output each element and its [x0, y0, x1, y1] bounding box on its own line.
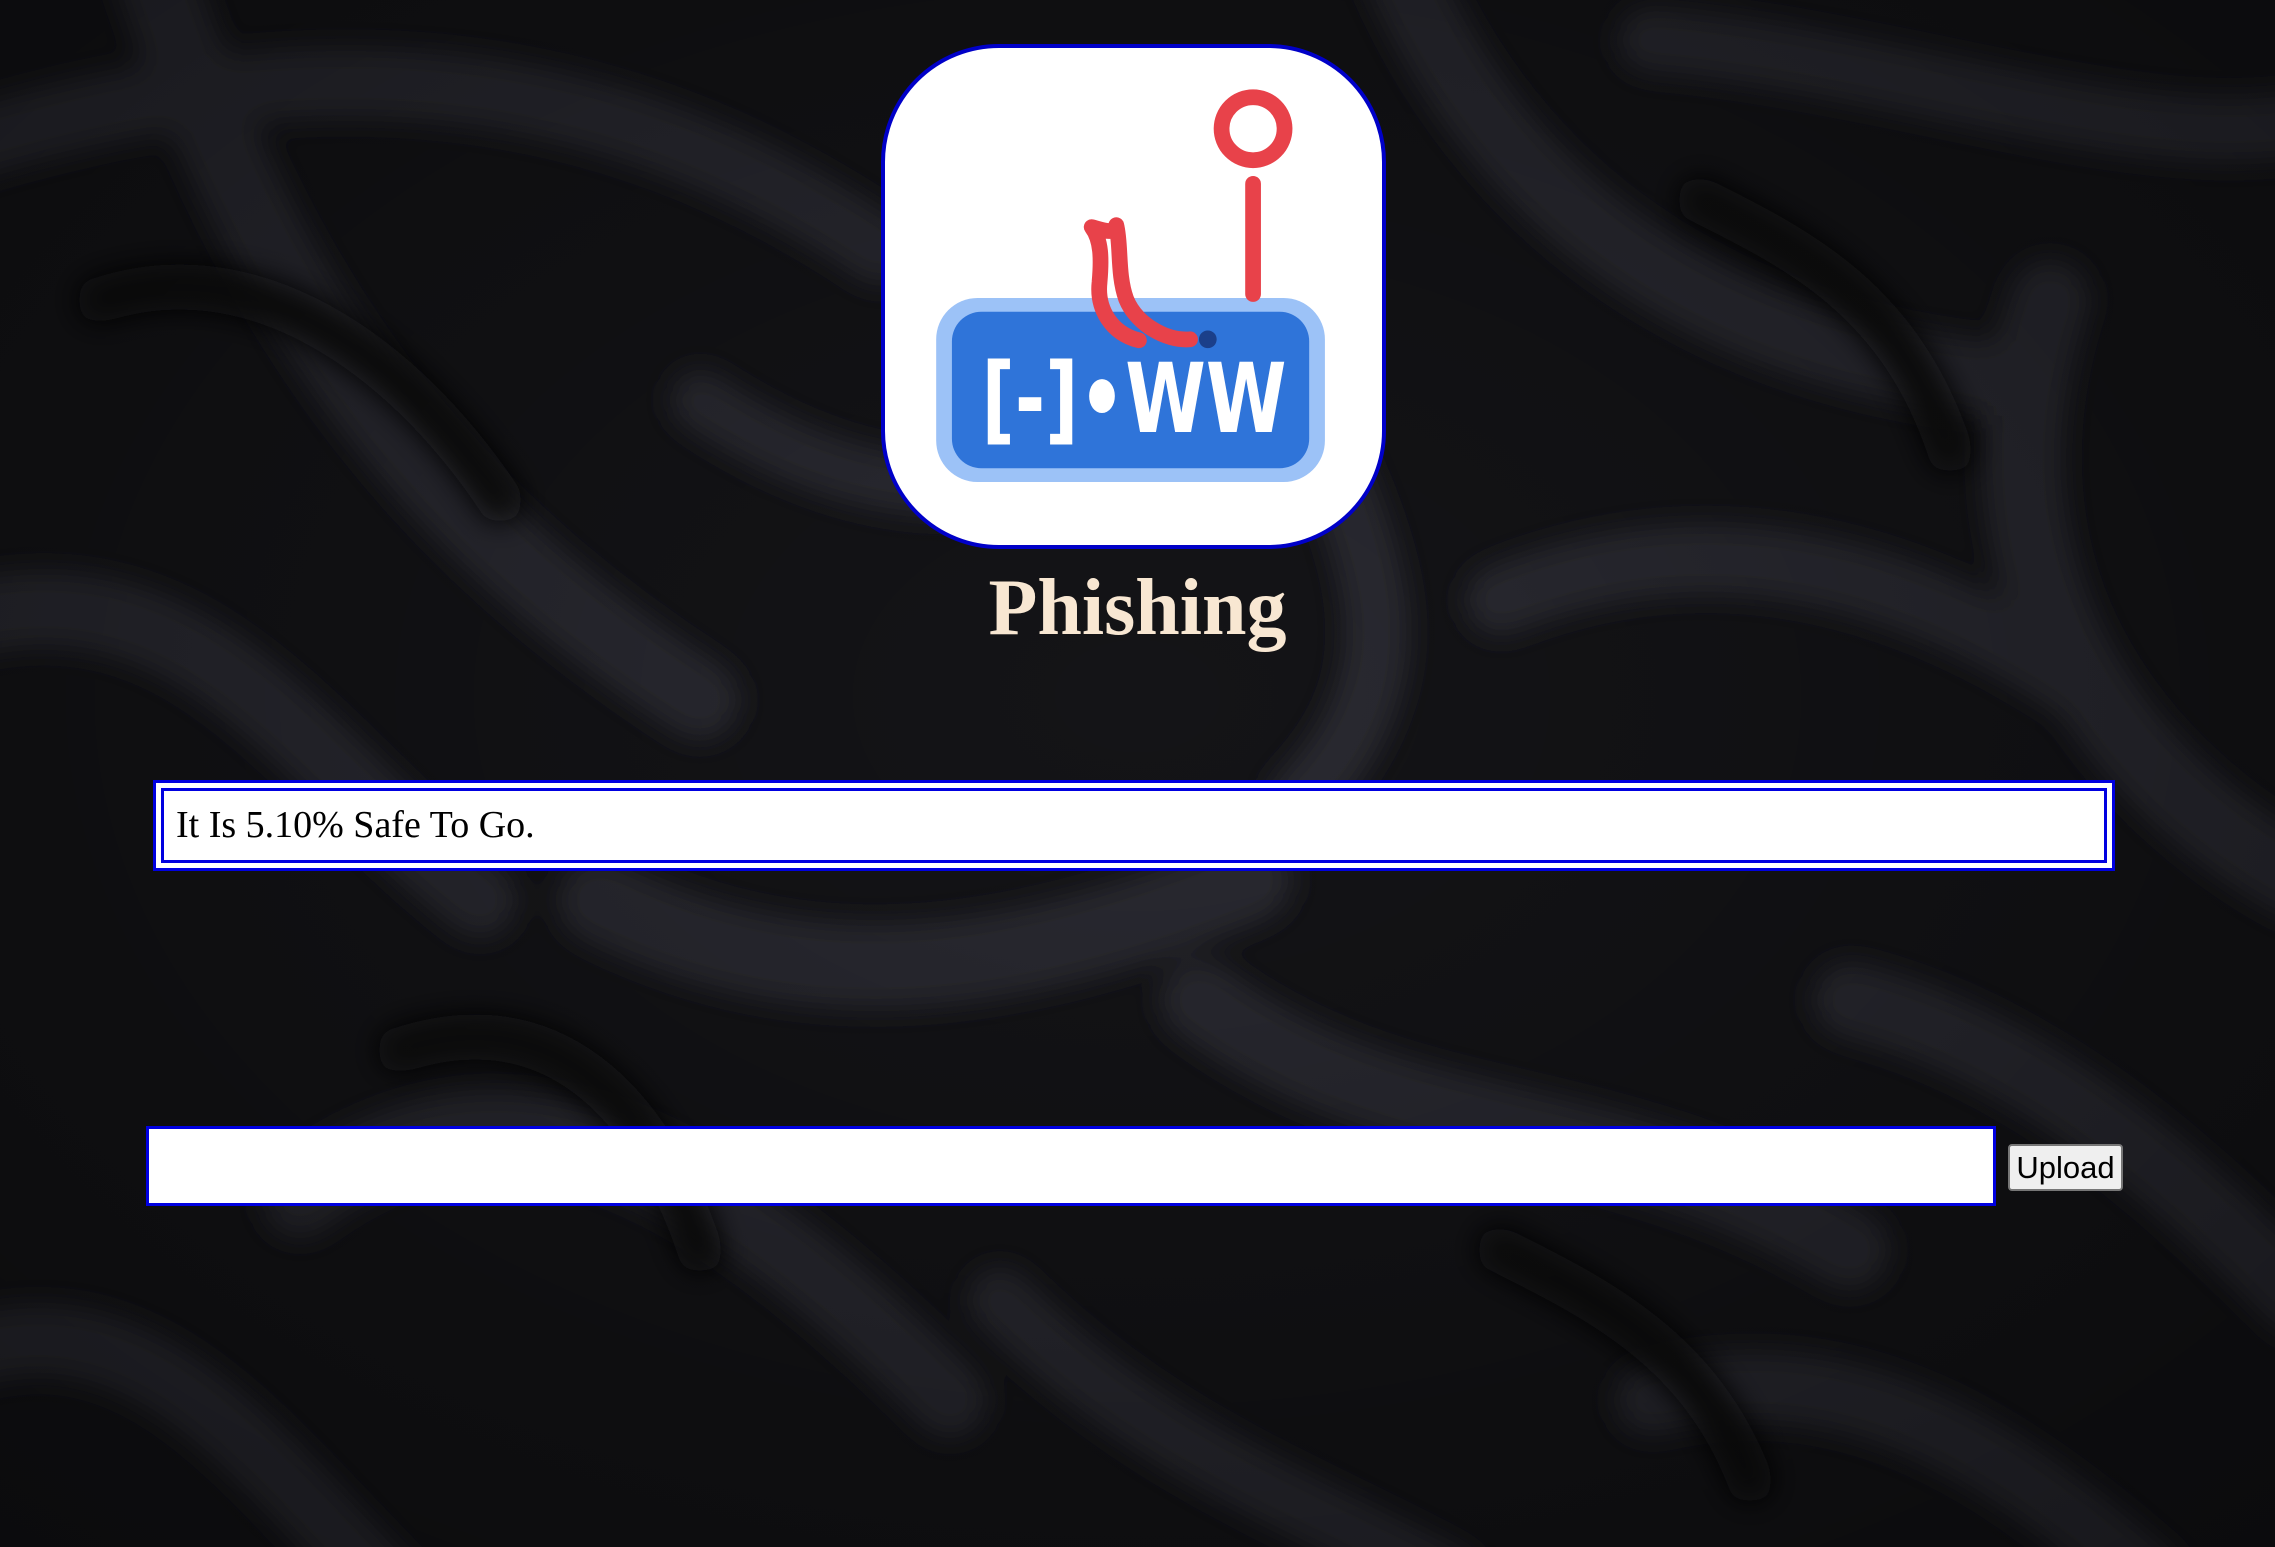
hook-point-shape — [1198, 330, 1217, 349]
app-logo: [-]•WW — [881, 44, 1386, 549]
logo-tag-text: [-]•WW — [981, 342, 1286, 455]
upload-input[interactable] — [146, 1126, 1996, 1206]
result-box: It Is 5.10% Safe To Go. — [153, 780, 2115, 871]
result-text: It Is 5.10% Safe To Go. — [161, 788, 2107, 863]
page-title: Phishing — [988, 564, 1287, 652]
upload-button[interactable]: Upload — [2008, 1144, 2123, 1191]
phishing-hook-www-icon: [-]•WW — [936, 89, 1325, 483]
hook-eye-shape — [1213, 89, 1293, 169]
